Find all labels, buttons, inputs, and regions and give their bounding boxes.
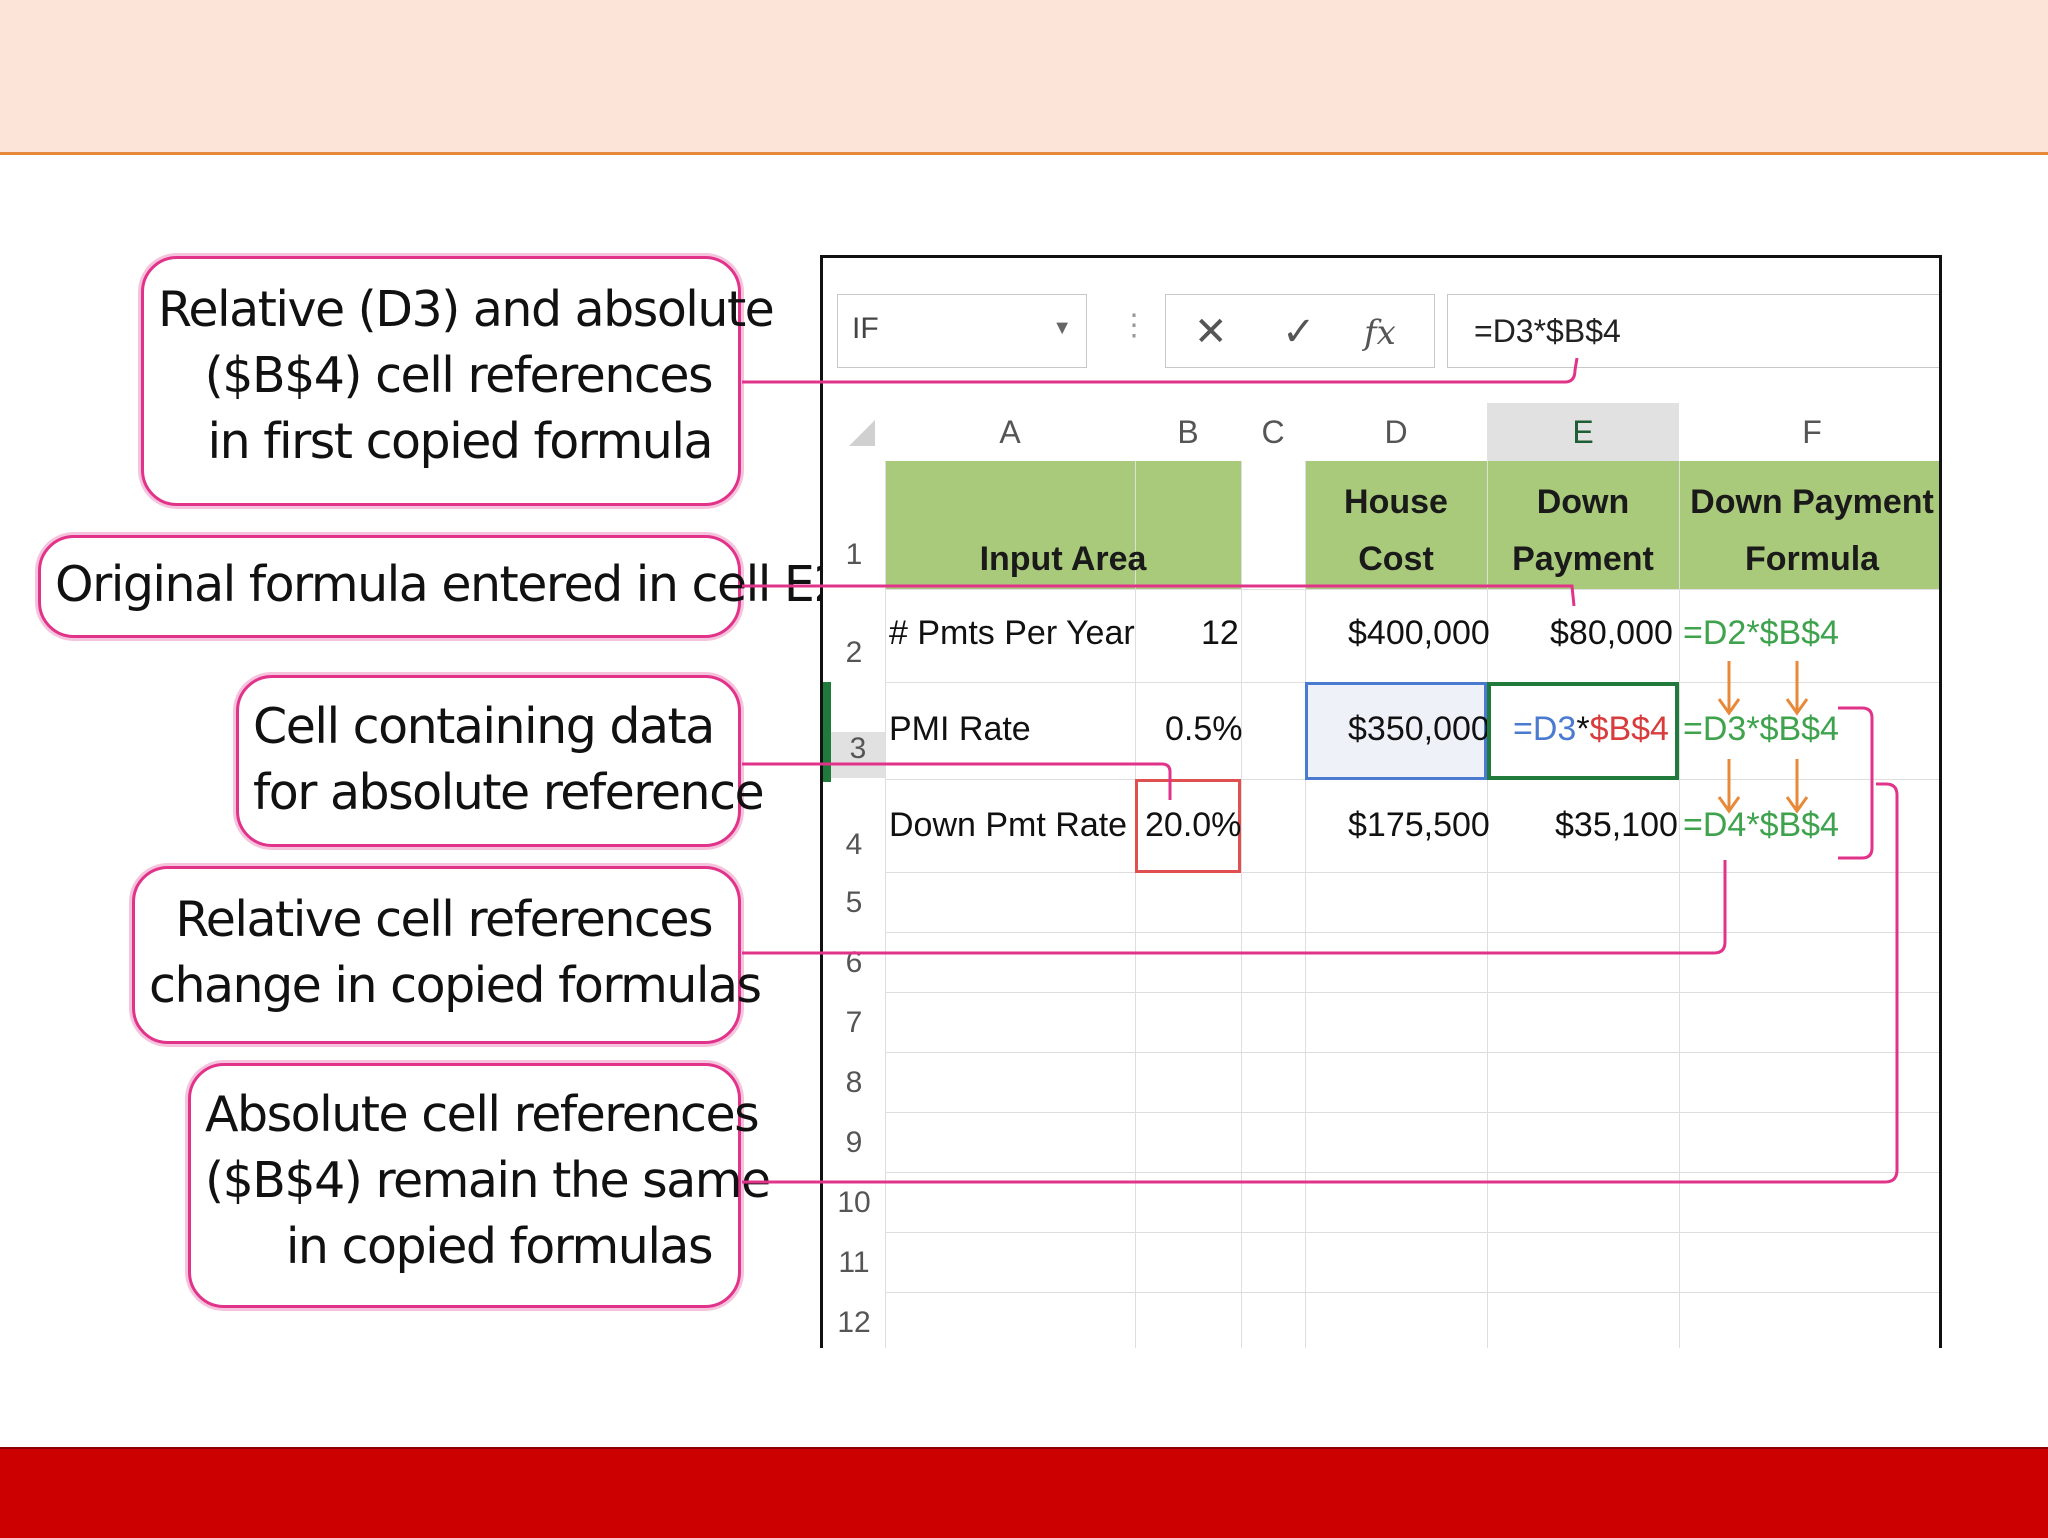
column-header-c[interactable]: C xyxy=(1241,403,1306,461)
cell-f1-line1[interactable]: Down Payment xyxy=(1679,473,1939,531)
cell-e1-line1[interactable]: Down xyxy=(1487,473,1679,531)
cancel-icon[interactable]: ✕ xyxy=(1194,309,1228,355)
gridline xyxy=(1135,461,1136,1348)
row-header-5[interactable]: 5 xyxy=(823,886,885,920)
callout-relative-absolute: Relative (D3) and absolute ($B$4) cell r… xyxy=(141,256,775,506)
row-header-2[interactable]: 2 xyxy=(823,636,885,670)
cell-d1-line2[interactable]: Cost xyxy=(1305,530,1487,588)
cell-e2[interactable]: $80,000 xyxy=(1550,614,1673,653)
cell-d2[interactable]: $400,000 xyxy=(1348,614,1490,653)
name-box[interactable]: IF ▼ xyxy=(837,294,1087,368)
operator: * xyxy=(1576,710,1590,748)
cell-b3[interactable]: 0.5% xyxy=(1165,710,1243,749)
callout-text: in first copied formula xyxy=(207,413,714,470)
arrow-down-icon xyxy=(1717,661,1741,716)
gridline xyxy=(885,1112,1939,1113)
cell-e4[interactable]: $35,100 xyxy=(1555,806,1678,845)
column-header-b[interactable]: B xyxy=(1135,403,1242,461)
row-header-10[interactable]: 10 xyxy=(823,1186,885,1220)
gridline xyxy=(1305,461,1306,1348)
gridline xyxy=(1487,461,1488,1348)
copy-arrows xyxy=(1717,661,1809,814)
cell-f2[interactable]: =D2*$B$4 xyxy=(1683,614,1839,653)
cell-d4[interactable]: $175,500 xyxy=(1348,806,1490,845)
gridline xyxy=(885,1232,1939,1233)
callout-text: Relative cell references xyxy=(175,891,713,948)
cell-b2[interactable]: 12 xyxy=(1201,614,1239,653)
cell-a4[interactable]: Down Pmt Rate xyxy=(889,806,1127,845)
gridline xyxy=(1679,461,1680,1348)
operator: * xyxy=(1746,614,1760,652)
cell-a1[interactable]: Input Area xyxy=(885,530,1241,588)
active-row-indicator xyxy=(823,682,831,782)
column-header-e[interactable]: E xyxy=(1487,403,1680,465)
slide-top-band xyxy=(0,0,2048,155)
callout-text: ($B$4) remain the same xyxy=(205,1152,771,1209)
absolute-ref: $B$4 xyxy=(1759,614,1839,652)
callout-text: change in copied formulas xyxy=(149,957,762,1014)
select-all-corner[interactable] xyxy=(847,418,877,448)
row-header-6[interactable]: 6 xyxy=(823,946,885,980)
row-header-11[interactable]: 11 xyxy=(823,1246,885,1280)
gridline xyxy=(885,872,1939,873)
arrow-down-icon xyxy=(1785,759,1809,814)
cell-d3[interactable]: $350,000 xyxy=(1348,710,1490,749)
row-header-1[interactable]: 1 xyxy=(823,538,885,572)
cell-b4[interactable]: 20.0% xyxy=(1145,806,1241,845)
chevron-down-icon[interactable]: ▼ xyxy=(1052,317,1072,340)
gridline xyxy=(1241,461,1242,1348)
relative-ref: =D2 xyxy=(1683,614,1747,652)
row-header-8[interactable]: 8 xyxy=(823,1066,885,1100)
relative-ref: =D3 xyxy=(1513,710,1577,748)
cell-d1-line1[interactable]: House xyxy=(1305,473,1487,531)
row-header-12[interactable]: 12 xyxy=(823,1306,885,1340)
absolute-ref: $B$4 xyxy=(1589,710,1669,748)
row-header-9[interactable]: 9 xyxy=(823,1126,885,1160)
cell-a2[interactable]: # Pmts Per Year xyxy=(889,614,1135,653)
name-box-value: IF xyxy=(852,312,879,345)
callout-absolute-data-cell: Cell containing data for absolute refere… xyxy=(236,675,765,847)
enter-icon[interactable]: ✓ xyxy=(1282,309,1316,355)
callout-text: in copied formulas xyxy=(285,1218,714,1275)
insert-function-icon[interactable]: fx xyxy=(1364,313,1396,353)
row-header-3[interactable]: 3 xyxy=(831,732,885,778)
callout-text: ($B$4) cell references xyxy=(204,347,714,404)
slide-bottom-band xyxy=(0,1447,2048,1538)
gridline xyxy=(885,1052,1939,1053)
callout-text: for absolute reference xyxy=(253,764,765,821)
formula-bar-splitter[interactable]: ⋮ xyxy=(1119,308,1149,343)
callout-text: Cell containing data xyxy=(253,698,715,755)
gridline xyxy=(885,1172,1939,1173)
row-header-7[interactable]: 7 xyxy=(823,1006,885,1040)
gridline xyxy=(885,932,1939,933)
cell-a3[interactable]: PMI Rate xyxy=(889,710,1031,749)
gridline xyxy=(885,589,1939,590)
cell-e1-line2[interactable]: Payment xyxy=(1487,530,1679,588)
formula-buttons: ✕ ✓ fx xyxy=(1165,294,1435,368)
gridline xyxy=(885,1292,1939,1293)
callout-text: Absolute cell references xyxy=(205,1086,760,1143)
cell-f1-line2[interactable]: Formula xyxy=(1679,530,1939,588)
arrow-down-icon xyxy=(1717,759,1741,814)
cell-e3[interactable]: =D3*$B$4 xyxy=(1513,710,1669,749)
gridline xyxy=(885,461,886,1348)
column-header-d[interactable]: D xyxy=(1305,403,1488,461)
callout-absolute-same: Absolute cell references ($B$4) remain t… xyxy=(188,1063,771,1308)
column-header-f[interactable]: F xyxy=(1679,403,1939,461)
formula-input[interactable]: =D3*$B$4 xyxy=(1447,294,1939,368)
callout-original-formula: Original formula entered in cell E2 xyxy=(38,535,845,638)
callout-text: Relative (D3) and absolute xyxy=(158,281,775,338)
callout-text: Original formula entered in cell E2 xyxy=(55,556,845,613)
row-header-4[interactable]: 4 xyxy=(823,828,885,862)
column-header-a[interactable]: A xyxy=(885,403,1136,461)
gridline xyxy=(885,992,1939,993)
spreadsheet: IF ▼ ⋮ ✕ ✓ fx =D3*$B$4 A B C D E F 1 2 3… xyxy=(820,255,1942,1348)
callout-relative-change: Relative cell references change in copie… xyxy=(132,866,762,1044)
arrow-down-icon xyxy=(1785,661,1809,716)
